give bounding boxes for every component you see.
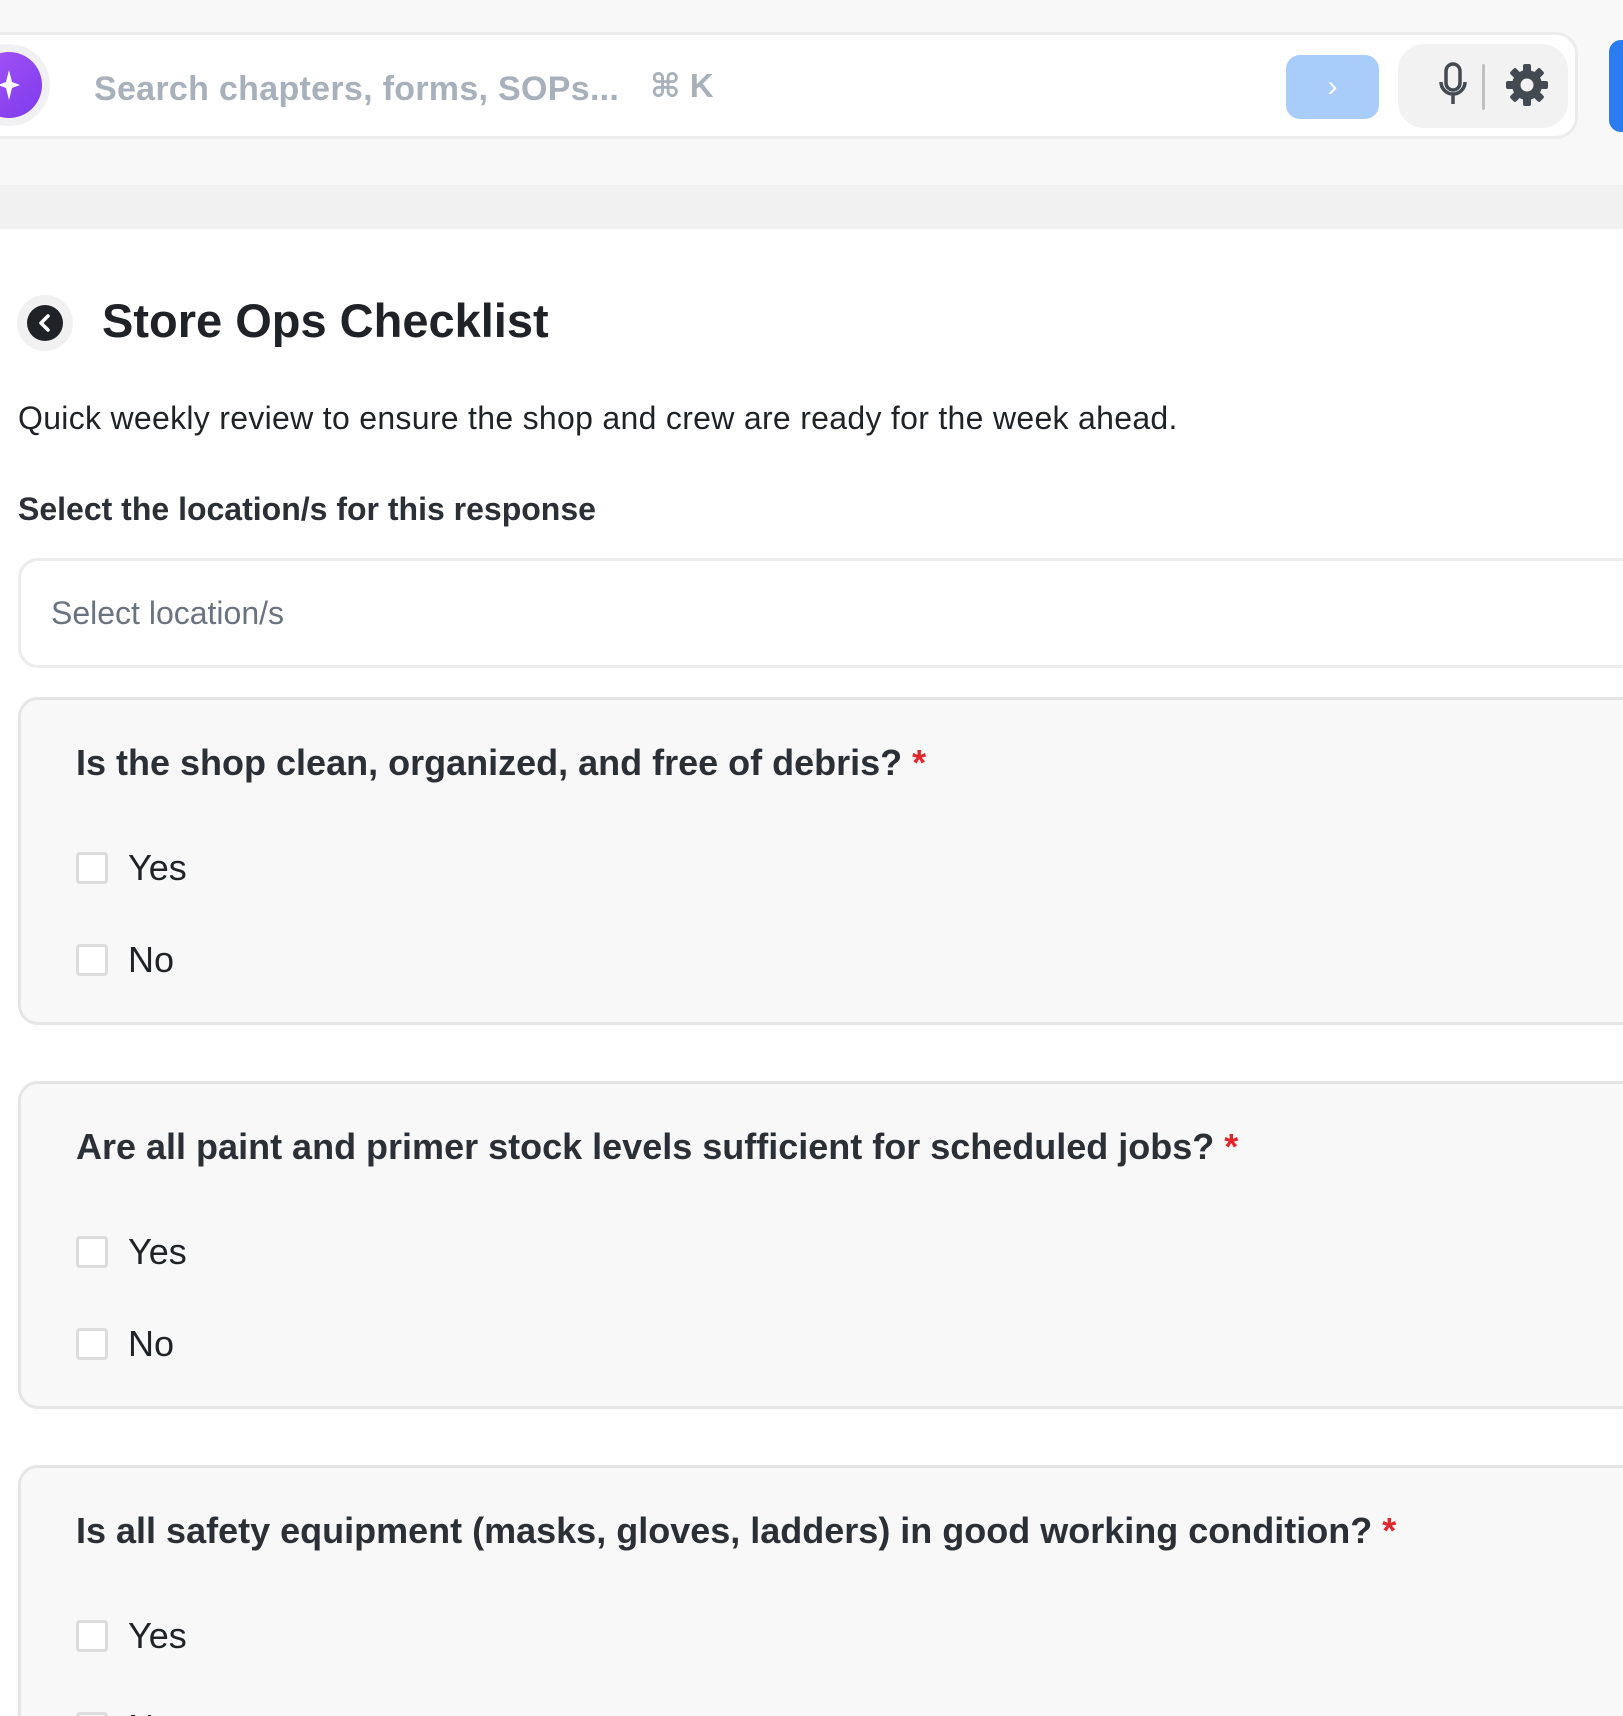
question-text: Is all safety equipment (masks, gloves, … <box>76 1510 1397 1551</box>
option-label: No <box>128 1323 175 1364</box>
location-select-placeholder: Select location/s <box>51 595 285 631</box>
option-label: No <box>128 939 175 980</box>
location-label: Select the location/s for this response <box>18 491 596 527</box>
option-no[interactable]: No <box>76 1706 174 1716</box>
required-mark: * <box>1224 1126 1239 1167</box>
option-no[interactable]: No <box>76 1322 174 1366</box>
back-button[interactable] <box>17 295 73 351</box>
toolbar-tools <box>1398 44 1568 128</box>
page-title: Store Ops Checklist <box>102 294 549 347</box>
question-card: Is all safety equipment (masks, gloves, … <box>18 1465 1623 1716</box>
toolbar-divider <box>1482 64 1485 110</box>
search-submit-button[interactable]: › <box>1286 55 1379 119</box>
question-text: Is the shop clean, organized, and free o… <box>76 742 927 783</box>
search-input[interactable] <box>92 58 716 120</box>
option-yes[interactable]: Yes <box>76 846 187 890</box>
checkbox[interactable] <box>76 1620 108 1652</box>
question-card: Is the shop clean, organized, and free o… <box>18 697 1623 1025</box>
checkbox[interactable] <box>76 1236 108 1268</box>
question-card: Are all paint and primer stock levels su… <box>18 1081 1623 1409</box>
checkbox[interactable] <box>76 852 108 884</box>
option-label: Yes <box>128 1231 187 1272</box>
sparkle-icon <box>0 70 20 100</box>
microphone-icon[interactable] <box>1438 62 1468 108</box>
option-label: Yes <box>128 1615 187 1656</box>
location-select[interactable]: Select location/s <box>18 558 1623 668</box>
question-text: Are all paint and primer stock levels su… <box>76 1126 1239 1167</box>
option-label: Yes <box>128 847 187 888</box>
option-no[interactable]: No <box>76 938 174 982</box>
page-description: Quick weekly review to ensure the shop a… <box>18 400 1178 436</box>
search-shortcut-hint: ⌘ K <box>650 67 714 104</box>
required-mark: * <box>1382 1510 1397 1551</box>
option-label: No <box>128 1707 174 1716</box>
checkbox[interactable] <box>76 944 108 976</box>
header-divider <box>0 185 1623 229</box>
option-yes[interactable]: Yes <box>76 1614 187 1658</box>
chevron-left-icon <box>39 314 50 332</box>
checkbox[interactable] <box>76 1328 108 1360</box>
primary-action-button[interactable] <box>1609 40 1623 132</box>
chevron-right-icon: › <box>1327 70 1338 103</box>
gear-icon[interactable] <box>1504 62 1550 108</box>
page: ⌘ K › <box>0 0 1623 1716</box>
option-yes[interactable]: Yes <box>76 1230 187 1274</box>
required-mark: * <box>912 742 927 783</box>
checkbox[interactable] <box>76 1712 108 1716</box>
top-bar: ⌘ K › <box>0 0 1623 185</box>
